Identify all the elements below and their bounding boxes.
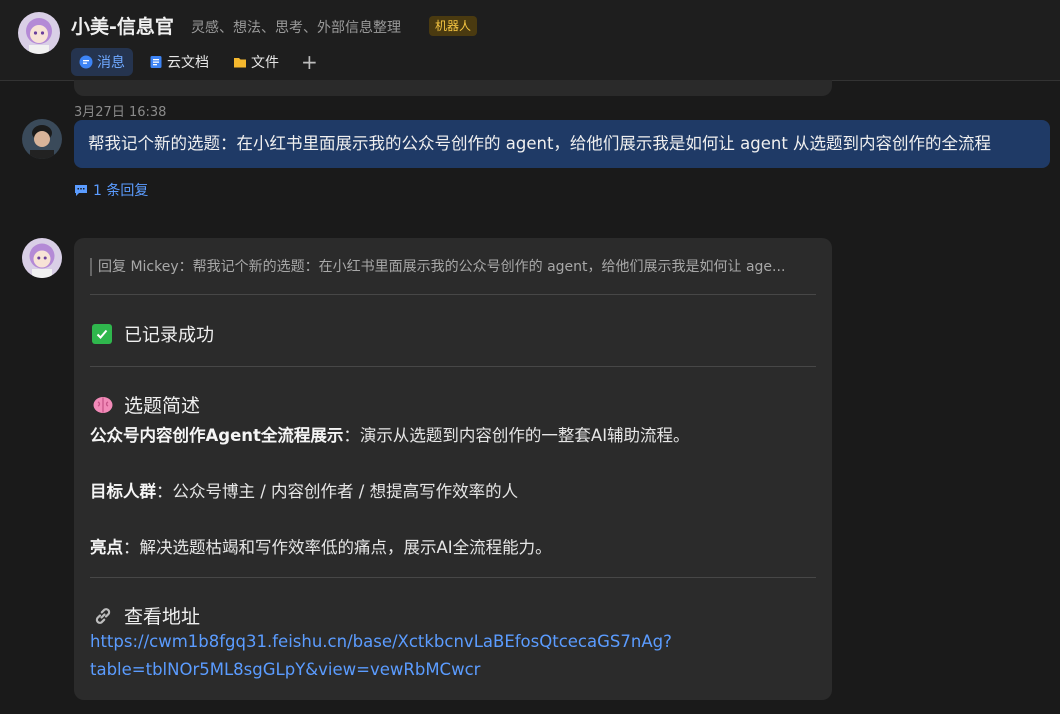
user-avatar[interactable] (22, 119, 62, 159)
feishu-link-line-2[interactable]: table=tblNOr5ML8sgGLpY&view=vewRbMCwcr (90, 660, 480, 679)
bot-avatar-icon (18, 12, 60, 54)
link-icon (95, 607, 111, 624)
user-avatar-icon (22, 119, 62, 159)
add-tab-button[interactable]: + (301, 48, 318, 76)
folder-icon (234, 58, 246, 68)
tab-cloud-docs[interactable]: 云文档 (141, 48, 217, 76)
message-icon (79, 55, 93, 69)
bot-avatar[interactable] (18, 12, 60, 54)
tab-messages-label: 消息 (97, 55, 125, 71)
tab-files-label: 文件 (251, 55, 279, 71)
divider (90, 366, 816, 367)
reply-count-link[interactable]: 1 条回复 (74, 180, 148, 200)
tab-files[interactable]: 文件 (225, 48, 287, 76)
chat-title: 小美-信息官 (71, 16, 174, 38)
chat-tabs: 消息 云文档 文件 + (71, 47, 318, 77)
tab-messages[interactable]: 消息 (71, 48, 133, 76)
brain-icon (93, 396, 113, 413)
audience-line: 目标人群：公众号博主 / 内容创作者 / 想提高写作效率的人 (90, 478, 518, 502)
topic-line: 公众号内容创作Agent全流程展示：演示从选题到内容创作的一整套AI辅助流程。 (90, 422, 690, 446)
success-text: 已记录成功 (124, 325, 214, 346)
divider (90, 577, 816, 578)
topic-label: 公众号内容创作Agent全流程展示 (90, 426, 344, 445)
bot-badge: 机器人 (429, 16, 478, 36)
previous-card-edge (74, 80, 832, 96)
summary-heading: 选题简述 (92, 391, 200, 418)
summary-title: 选题简述 (124, 395, 201, 417)
highlight-label: 亮点 (90, 538, 123, 557)
tab-cloud-docs-label: 云文档 (167, 55, 209, 71)
audience-label: 目标人群 (90, 482, 156, 501)
quoted-reply[interactable]: 回复 Mickey：帮我记个新的选题：在小红书里面展示我的公众号创作的 agen… (90, 258, 816, 276)
bot-reply-card: 回复 Mickey：帮我记个新的选题：在小红书里面展示我的公众号创作的 agen… (74, 238, 832, 700)
message-timestamp: 3月27日 16:38 (74, 105, 167, 120)
reply-icon (75, 185, 87, 196)
audience-text: ：公众号博主 / 内容创作者 / 想提高写作效率的人 (156, 482, 519, 501)
link-heading: 查看地址 (92, 602, 200, 629)
feishu-link-line-1[interactable]: https://cwm1b8fgq31.feishu.cn/base/Xctkb… (90, 632, 672, 651)
link-title: 查看地址 (124, 606, 201, 628)
divider (90, 294, 816, 295)
bot-message-avatar[interactable] (22, 238, 62, 278)
user-message-bubble[interactable]: 帮我记个新的选题：在小红书里面展示我的公众号创作的 agent，给他们展示我是如… (74, 120, 1050, 168)
chat-header: 小美-信息官 灵感、想法、思考、外部信息整理 机器人 消息 云文档 文件 + (0, 0, 1060, 81)
doc-icon (150, 56, 162, 68)
highlight-text: ：解决选题枯竭和写作效率低的痛点，展示AI全流程能力。 (123, 538, 552, 557)
bot-avatar-icon (22, 238, 62, 278)
highlight-line: 亮点：解决选题枯竭和写作效率低的痛点，展示AI全流程能力。 (90, 534, 552, 558)
success-line: 已记录成功 (92, 321, 214, 347)
chat-description: 灵感、想法、思考、外部信息整理 (191, 20, 401, 36)
check-icon (92, 324, 112, 344)
reply-count-label: 1 条回复 (93, 183, 149, 199)
topic-text: ：演示从选题到内容创作的一整套AI辅助流程。 (343, 426, 690, 445)
